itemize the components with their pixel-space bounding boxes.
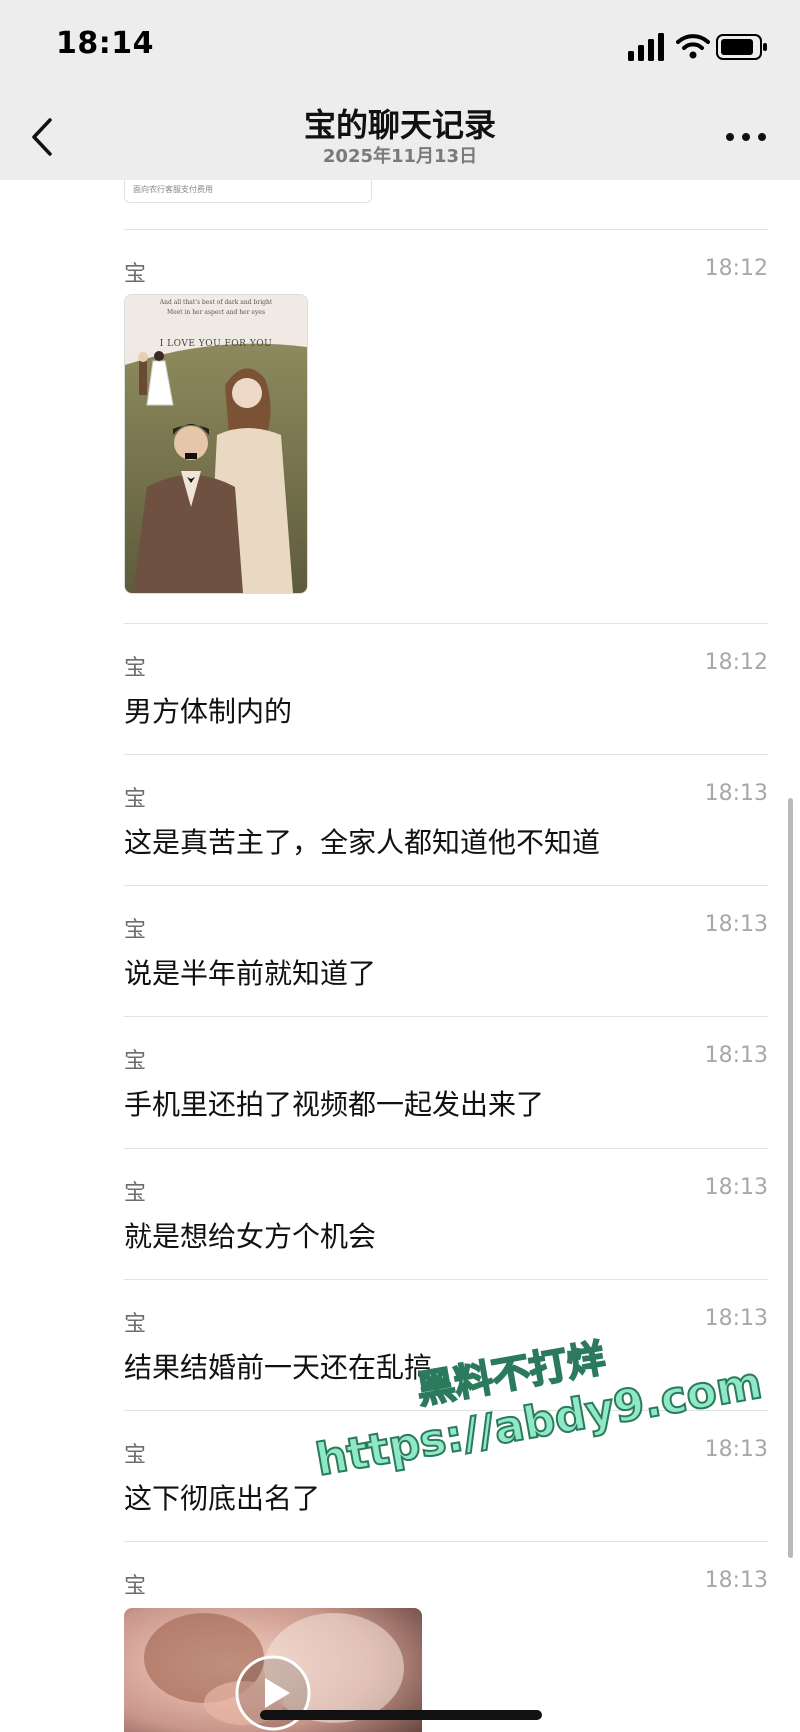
- message-time: 18:13: [704, 1306, 768, 1331]
- scrollbar[interactable]: [788, 798, 793, 1558]
- message-time: 18:13: [704, 912, 768, 937]
- message-text: 说是半年前就知道了: [124, 957, 377, 990]
- message-sender: 宝: [124, 262, 147, 287]
- chat-message-video[interactable]: 宝 18:13: [124, 1541, 768, 1732]
- previous-card-tail[interactable]: 面向农行客服支付费用: [124, 180, 372, 203]
- photo-caption: Meet in her aspect and her eyes: [166, 309, 266, 316]
- chat-message[interactable]: 宝 18:13 说是半年前就知道了: [124, 885, 768, 1017]
- more-options-icon[interactable]: [724, 126, 768, 148]
- chat-message[interactable]: 宝 18:12 男方体制内的: [124, 623, 768, 755]
- wedding-photo[interactable]: And all that's best of dark and bright M…: [124, 294, 308, 594]
- home-indicator[interactable]: [260, 1710, 542, 1720]
- message-text: 男方体制内的: [124, 695, 293, 728]
- previous-card-caption: 面向农行客服支付费用: [133, 185, 213, 194]
- message-sender: 宝: [124, 1312, 147, 1337]
- chat-history-header: 宝的聊天记录 2025年11月13日: [0, 96, 800, 180]
- chat-message[interactable]: 宝 18:13 手机里还拍了视频都一起发出来了: [124, 1016, 768, 1149]
- message-text: 手机里还拍了视频都一起发出来了: [124, 1088, 545, 1121]
- status-bar: 18:14: [0, 0, 800, 96]
- message-time: 18:13: [704, 1175, 768, 1200]
- photo-caption: And all that's best of dark and bright: [159, 299, 273, 306]
- message-text: 这是真苦主了，全家人都知道他不知道: [124, 826, 601, 859]
- battery-icon: [716, 34, 767, 60]
- play-icon[interactable]: [234, 1654, 312, 1732]
- message-time: 18:13: [704, 1043, 768, 1068]
- page-title: 宝的聊天记录: [303, 106, 496, 144]
- message-text: 就是想给女方个机会: [124, 1220, 377, 1253]
- message-time: 18:12: [704, 256, 768, 281]
- chat-message-list[interactable]: 面向农行客服支付费用 宝 18:12 And all that's best o…: [0, 180, 800, 1732]
- message-sender: 宝: [124, 656, 147, 681]
- message-sender: 宝: [124, 787, 147, 812]
- message-text: 结果结婚前一天还在乱搞: [124, 1351, 433, 1384]
- message-time: 18:13: [704, 781, 768, 806]
- message-sender: 宝: [124, 918, 147, 943]
- chat-message[interactable]: 宝 18:13 这是真苦主了，全家人都知道他不知道: [124, 754, 768, 886]
- message-sender: 宝: [124, 1443, 147, 1468]
- message-sender: 宝: [124, 1049, 147, 1074]
- message-sender: 宝: [124, 1574, 147, 1599]
- page-subtitle-date: 2025年11月13日: [322, 146, 478, 167]
- message-time: 18:13: [704, 1568, 768, 1593]
- message-time: 18:13: [704, 1437, 768, 1462]
- photo-caption: I LOVE YOU FOR YOU: [159, 339, 273, 349]
- chat-message[interactable]: 宝 18:13 就是想给女方个机会: [124, 1148, 768, 1280]
- status-time: 18:14: [56, 26, 154, 61]
- message-sender: 宝: [124, 1181, 147, 1206]
- chat-message-image[interactable]: 宝 18:12 And all that's best of dark and …: [124, 229, 768, 624]
- message-text: 这下彻底出名了: [124, 1482, 321, 1515]
- wifi-icon: [676, 34, 710, 59]
- signal-icon: [628, 33, 664, 61]
- message-time: 18:12: [704, 650, 768, 675]
